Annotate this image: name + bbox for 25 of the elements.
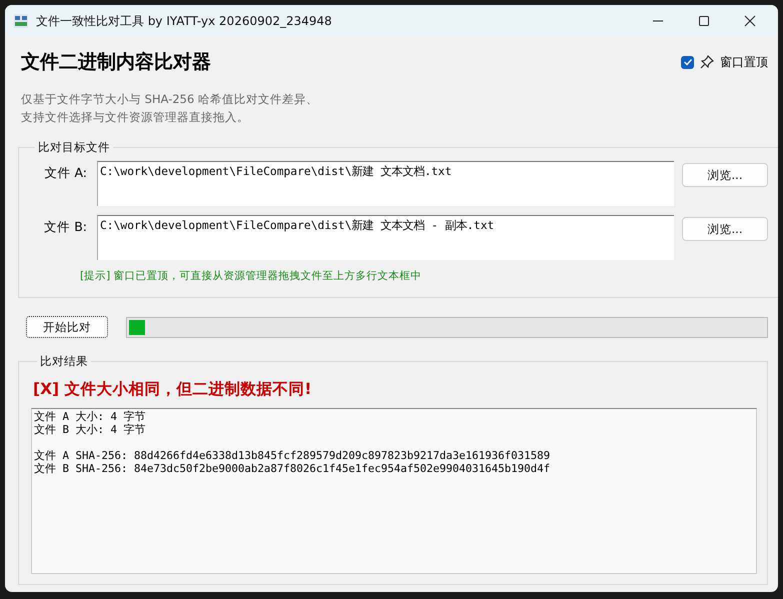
description-text: 支持文件选择与文件资源管理器直接拖入。: [21, 109, 250, 126]
verdict-text: [X] 文件大小相同，但二进制数据不同!: [33, 379, 313, 400]
maximize-icon[interactable]: [698, 15, 710, 27]
window-title: 文件一致性比对工具 by IYATT-yx 20260902_234948: [36, 12, 332, 30]
app-icon: [14, 14, 28, 28]
file-path-field[interactable]: C:\work\development\FileCompare\dist\新建 文本文档 - 副本.txt: [97, 215, 674, 260]
group-title: 比对结果: [39, 354, 89, 369]
group-title: 比对目标文件: [37, 140, 111, 155]
close-icon[interactable]: [744, 15, 756, 27]
file-label: 文件 B:: [43, 219, 88, 236]
browse-button[interactable]: 浏览...: [682, 163, 768, 187]
output-line: 文件 B 大小: 4 字节: [34, 423, 147, 436]
file-label: 文件 A:: [43, 165, 88, 182]
pin-label: 窗口置顶: [720, 54, 768, 70]
pin-checkbox[interactable]: [681, 56, 694, 68]
description-text: 仅基于文件字节大小与 SHA-256 哈希值比对文件差异、: [21, 91, 319, 108]
pin-icon: [700, 55, 714, 69]
file-path-field[interactable]: C:\work\development\FileCompare\dist\新建 文本文档.txt: [97, 161, 674, 206]
output-line: 文件 A SHA-256: 88d4266fd4e6338d13b845fcf289579d209c897823b9217da3e161936f031589: [34, 449, 552, 462]
app-heading: 文件二进制内容比对器: [21, 50, 211, 75]
start-button[interactable]: 开始比对: [26, 316, 108, 338]
output-line: 文件 B SHA-256: 84e73dc50f2be9000ab2a87f8026c1f45e1fec954af502e9904031645b190d4f: [34, 462, 552, 475]
output-line: 文件 A 大小: 4 字节: [34, 410, 147, 423]
hint-text: [提示] 窗口已置顶，可直接从资源管理器拖拽文件至上方多行文本框中: [80, 269, 423, 283]
browse-button[interactable]: 浏览...: [682, 217, 768, 241]
